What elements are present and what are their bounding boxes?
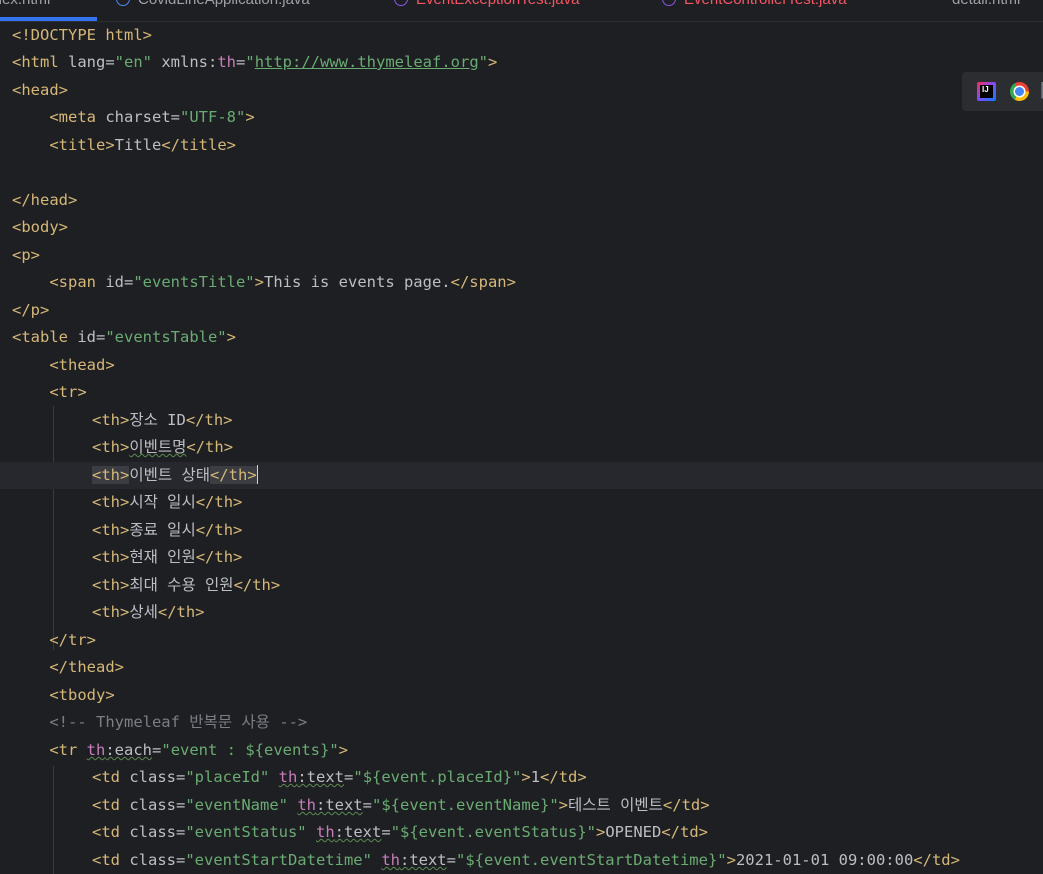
code-line-8: <body> (12, 218, 68, 236)
url-link[interactable]: http://www.thymeleaf.org (255, 53, 479, 71)
intellij-icon[interactable]: IJ (977, 82, 996, 101)
code-line-3: <head> (12, 81, 68, 99)
tab-label: CovidLineApplication.java (138, 0, 310, 8)
code-line-15: <th>장소 ID</th> (92, 411, 233, 429)
code-line-23: </tr> (12, 631, 96, 649)
code-line-5: <title>Title</title> (12, 136, 236, 154)
code-line-11: </p> (12, 301, 50, 319)
tab-label: index.html (0, 0, 50, 8)
tab-covidline-application[interactable]: CovidLineApplication.java (116, 0, 310, 21)
test-class-icon (394, 0, 408, 6)
text-caret (256, 465, 259, 484)
code-line-16: <th>이벤트명</th> (92, 438, 234, 456)
browser-preview-popup: IJ │ (962, 72, 1043, 111)
matched-tag-close: </th> (209, 466, 257, 484)
code-line-24: </thead> (12, 658, 124, 676)
code-line-31: <td class="eventStartDatetime" th:text="… (92, 851, 960, 869)
tab-label: EventControllerTest.java (684, 0, 847, 8)
code-line-2: <html lang="en" xmlns:th="http://www.thy… (12, 53, 498, 71)
code-line-29: <td class="eventName" th:text="${event.e… (92, 796, 710, 814)
chrome-icon[interactable] (1010, 82, 1029, 101)
code-line-20: <th>현재 인원</th> (92, 548, 243, 566)
code-line-17-current: <th>이벤트 상태</th> (0, 462, 1043, 489)
code-line-13: <thead> (12, 356, 115, 374)
code-line-9: <p> (12, 246, 40, 264)
code-editor[interactable]: <!DOCTYPE html> <html lang="en" xmlns:th… (0, 22, 1043, 874)
code-line-26: <!-- Thymeleaf 반복문 사용 --> (12, 713, 308, 731)
matched-tag-open: <th> (92, 466, 130, 484)
tab-event-controller-test[interactable]: EventControllerTest.java (662, 0, 847, 21)
tab-event-exception-test[interactable]: EventExceptionTest.java (394, 0, 579, 21)
code-line-27: <tr th:each="event : ${events}"> (12, 741, 349, 759)
code-line-30: <td class="eventStatus" th:text="${event… (92, 823, 709, 841)
code-line-18: <th>시작 일시</th> (92, 493, 243, 511)
code-line-7: </head> (12, 191, 78, 209)
code-line-25: <tbody> (12, 686, 115, 704)
test-class-icon (662, 0, 676, 6)
code-line-14: <tr> (12, 383, 87, 401)
code-line-28: <td class="placeId" th:text="${event.pla… (92, 768, 587, 786)
code-line-19: <th>종료 일시</th> (92, 521, 243, 539)
more-browsers-icon[interactable]: │ (1038, 82, 1043, 101)
active-tab-indicator (0, 17, 97, 21)
tab-label: EventExceptionTest.java (416, 0, 579, 8)
tab-label: detail.html (952, 0, 1020, 8)
editor-tab-bar: index.html CovidLineApplication.java Eve… (0, 0, 1043, 22)
code-line-1: <!DOCTYPE html> (12, 26, 152, 44)
tab-detail-html[interactable]: detail.html (952, 0, 1020, 21)
code-line-21: <th>최대 수용 인원</th> (92, 576, 281, 594)
code-line-12: <table id="eventsTable"> (12, 328, 236, 346)
code-line-10: <span id="eventsTitle">This is events pa… (12, 273, 516, 291)
code-line-22: <th>상세</th> (92, 603, 205, 621)
code-line-4: <meta charset="UTF-8"> (12, 108, 255, 126)
java-class-icon (116, 0, 130, 6)
